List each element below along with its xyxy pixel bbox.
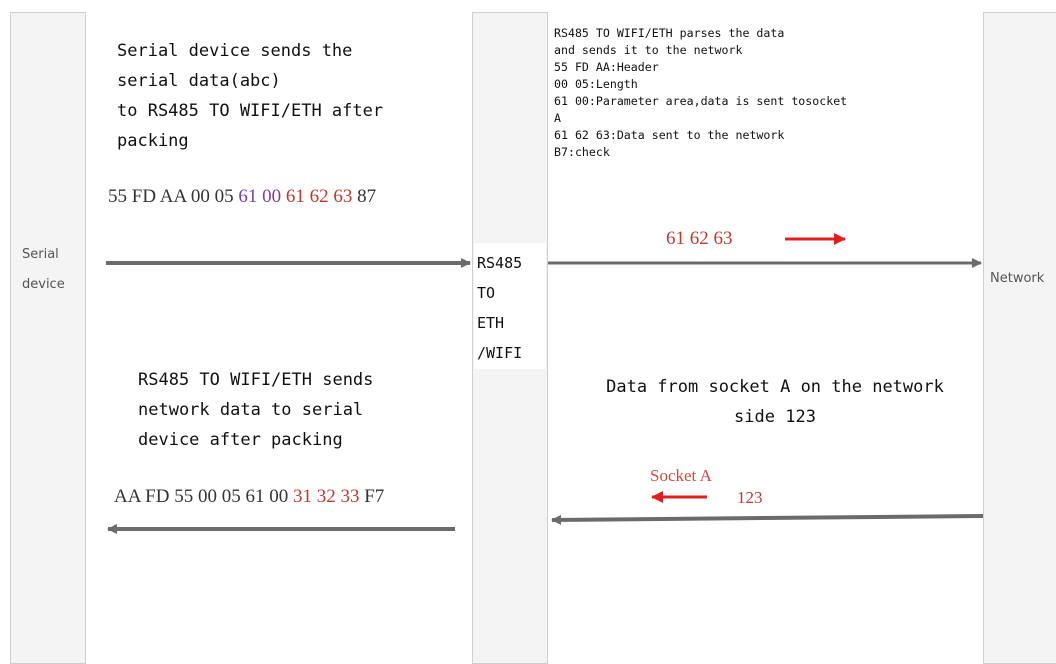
flow-arrows	[106, 233, 984, 534]
arrow-network-to-converter	[551, 514, 984, 525]
